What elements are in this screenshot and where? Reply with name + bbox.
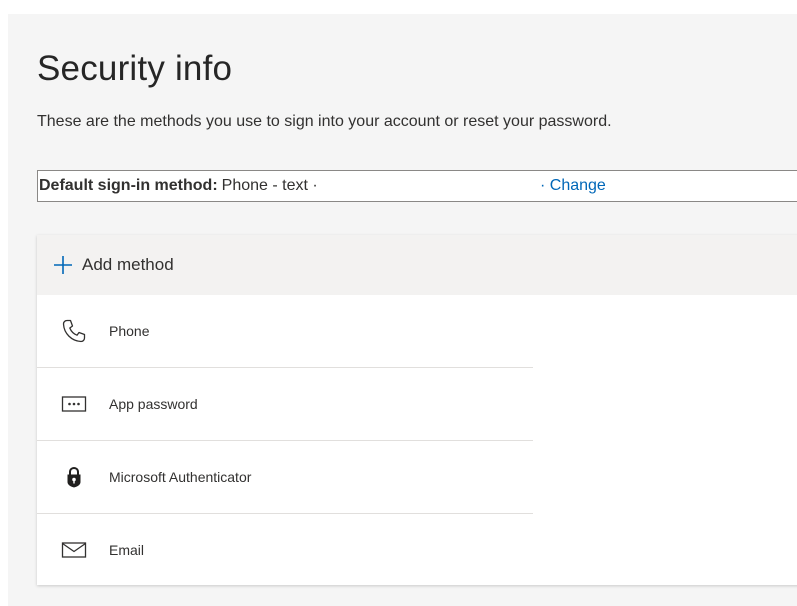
phone-icon	[59, 318, 89, 344]
authenticator-lock-icon	[59, 464, 89, 490]
method-label-app-password: App password	[109, 396, 198, 412]
method-row-app-password: App password	[37, 368, 533, 441]
method-row-phone: Phone	[37, 295, 533, 368]
envelope-icon	[59, 537, 89, 563]
default-sign-in-method-bar: Default sign-in method: Phone - text · · …	[37, 170, 797, 202]
default-method-value: Phone - text ·	[221, 177, 318, 194]
add-method-label: Add method	[82, 255, 174, 274]
method-label-phone: Phone	[109, 323, 150, 339]
default-method-label: Default sign-in method:	[39, 177, 218, 194]
page-title: Security info	[37, 49, 233, 88]
add-method-button[interactable]: Add method	[37, 235, 797, 295]
page-subtitle: These are the methods you use to sign in…	[37, 113, 612, 130]
app-password-icon	[59, 391, 89, 417]
page: Security info These are the methods you …	[0, 0, 797, 606]
methods-card: Add method Phone App password Microsoft …	[37, 235, 797, 585]
method-label-email: Email	[109, 542, 145, 558]
plus-icon	[53, 255, 73, 275]
method-row-authenticator: Microsoft Authenticator	[37, 441, 533, 514]
method-row-email: Email	[37, 514, 533, 586]
change-default-method-link[interactable]: · Change	[540, 171, 606, 201]
method-label-authenticator: Microsoft Authenticator	[109, 469, 252, 485]
